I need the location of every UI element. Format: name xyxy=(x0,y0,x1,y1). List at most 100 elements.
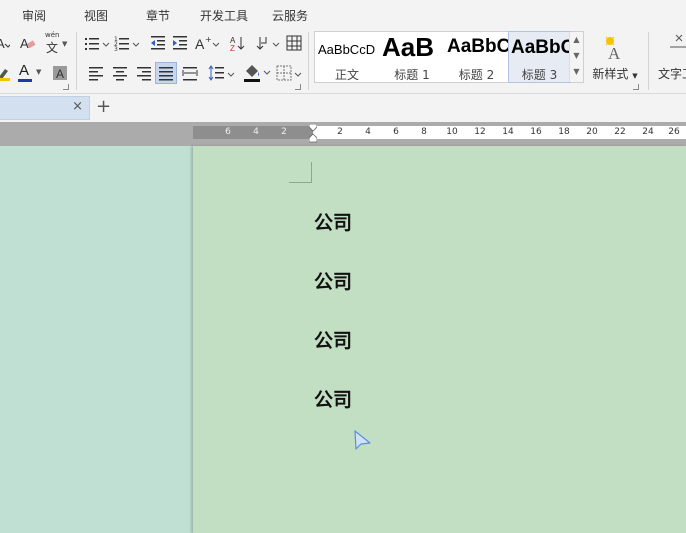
style-heading-2[interactable]: AaBbC 标题 2 xyxy=(445,32,508,82)
document-background xyxy=(0,146,193,533)
ruler-tick-label: 14 xyxy=(502,127,514,137)
heading-paragraph[interactable]: 公司 xyxy=(314,326,352,353)
ruler-tick-label: 18 xyxy=(558,127,570,137)
distributed-align-icon[interactable] xyxy=(180,64,200,82)
menu-tab-view[interactable]: 视图 xyxy=(84,7,108,24)
chevron-down-icon[interactable]: ▼ xyxy=(62,40,67,48)
phonetic-glyph: 文 xyxy=(46,41,59,55)
svg-text:Z: Z xyxy=(230,44,235,51)
close-icon[interactable]: × xyxy=(72,99,83,114)
fill-color-icon[interactable] xyxy=(242,62,272,84)
document-area: 公司 公司 公司 公司 xyxy=(0,146,686,533)
style-name: 正文 xyxy=(334,68,359,82)
gallery-scroll[interactable]: ▲ ▼ ▼ xyxy=(569,32,583,82)
separator xyxy=(648,32,649,90)
svg-text:A: A xyxy=(0,36,5,51)
ruler-tick-label: 10 xyxy=(446,127,458,137)
new-tab-button[interactable]: + xyxy=(96,96,111,118)
phonetic-guide-icon[interactable]: wén 文 ▼ xyxy=(42,31,68,55)
heading-paragraph[interactable]: 公司 xyxy=(314,385,352,412)
bullet-list-icon[interactable] xyxy=(84,34,112,52)
style-heading-1[interactable]: AaB 标题 1 xyxy=(380,32,444,82)
align-center-icon[interactable] xyxy=(110,64,130,82)
text-tool-button[interactable]: 文字工 xyxy=(656,33,686,85)
new-style-label: 新样式 ▼ xyxy=(592,67,638,81)
style-sample: AaBbC xyxy=(511,37,570,58)
heading-paragraph[interactable]: 公司 xyxy=(314,208,352,235)
svg-text:A: A xyxy=(195,36,205,51)
indent-marker-icon[interactable] xyxy=(309,124,317,143)
phonetic-top-text: wén xyxy=(45,31,60,39)
style-sample: AaB xyxy=(382,32,435,62)
ruler-tick-label: 24 xyxy=(642,127,654,137)
new-style-button[interactable]: A 新样式 ▼ xyxy=(590,33,640,85)
svg-text:A: A xyxy=(56,67,64,81)
menu-tab-developer[interactable]: 开发工具 xyxy=(200,7,248,24)
change-case-icon[interactable]: A + xyxy=(194,34,222,52)
decrease-indent-icon[interactable] xyxy=(148,34,168,52)
style-heading-3[interactable]: AaBbC 标题 3 xyxy=(508,31,571,83)
document-tab-strip: × + xyxy=(0,94,686,122)
document-page[interactable]: 公司 公司 公司 公司 xyxy=(193,146,686,533)
text-tool-icon xyxy=(670,34,686,48)
chevron-down-icon[interactable]: ▼ xyxy=(632,72,637,80)
style-name: 标题 2 xyxy=(458,68,495,82)
table-grid-icon[interactable] xyxy=(284,34,304,52)
numbered-list-icon[interactable]: 123 xyxy=(114,34,142,52)
font-dialog-launcher[interactable] xyxy=(63,84,69,90)
text-tool-label: 文字工 xyxy=(658,67,686,81)
separator xyxy=(308,32,309,90)
ruler-tick-label: 8 xyxy=(421,127,427,137)
font-color-letter: A xyxy=(19,62,30,79)
justify-icon[interactable] xyxy=(155,62,177,84)
ruler-tick-label: 22 xyxy=(614,127,626,137)
svg-text:3: 3 xyxy=(114,46,118,51)
ruler-tick-label: 4 xyxy=(253,127,259,137)
ruler-tick-label: 2 xyxy=(281,127,287,137)
ruler-tick-label: 4 xyxy=(365,127,371,137)
align-left-icon[interactable] xyxy=(86,64,106,82)
char-shading-icon[interactable]: A xyxy=(50,64,70,82)
style-name: 标题 3 xyxy=(521,68,558,82)
ruler-tick-label: 16 xyxy=(530,127,542,137)
align-right-icon[interactable] xyxy=(134,64,154,82)
ruler-tick-label: 6 xyxy=(225,127,231,137)
mouse-cursor-icon xyxy=(354,430,371,450)
document-tab[interactable]: × xyxy=(0,96,90,120)
style-name: 标题 1 xyxy=(394,68,430,82)
svg-text:+: + xyxy=(205,35,212,44)
chevron-down-icon[interactable]: ▼ xyxy=(36,68,41,76)
scroll-up-icon[interactable]: ▲ xyxy=(570,32,583,48)
margin-corner-mark xyxy=(289,162,312,183)
ruler-tick-label: 2 xyxy=(337,127,343,137)
increase-indent-icon[interactable] xyxy=(170,34,190,52)
style-sample: AaBbCcD xyxy=(318,42,376,57)
paragraph-dialog-launcher[interactable] xyxy=(295,84,301,90)
ribbon: A A wén 文 ▼ A ▼ A 123 A + AZ AaBbCcD 正文 … xyxy=(0,28,686,94)
separator xyxy=(76,32,77,90)
styles-dialog-launcher[interactable] xyxy=(633,84,639,90)
new-style-icon: A xyxy=(605,36,621,63)
line-spacing-icon[interactable] xyxy=(208,64,236,82)
ruler-tick-label: 6 xyxy=(393,127,399,137)
ruler-tick-label: 26 xyxy=(668,127,680,137)
font-color-icon[interactable]: A ▼ xyxy=(16,62,46,84)
menu-tab-chapter[interactable]: 章节 xyxy=(146,7,170,24)
scroll-down-icon[interactable]: ▼ xyxy=(570,48,583,64)
border-icon[interactable] xyxy=(276,64,304,82)
clear-format-icon[interactable]: A xyxy=(18,34,38,52)
expand-gallery-icon[interactable]: ▼ xyxy=(570,64,583,80)
menu-tab-cloud[interactable]: 云服务 xyxy=(272,7,308,24)
font-size-down-icon[interactable]: A xyxy=(0,34,12,52)
paragraph-mark-icon[interactable] xyxy=(256,34,282,52)
sort-icon[interactable]: AZ xyxy=(228,34,248,52)
svg-text:A: A xyxy=(608,44,621,63)
horizontal-ruler[interactable]: 6 4 2 2 4 6 8 10 12 14 16 18 20 22 24 26 xyxy=(193,124,686,143)
font-color-bar xyxy=(18,79,32,82)
highlight-icon[interactable] xyxy=(0,64,14,82)
menu-tab-review[interactable]: 审阅 xyxy=(22,7,46,24)
style-gallery: AaBbCcD 正文 AaB 标题 1 AaBbC 标题 2 AaBbC 标题 … xyxy=(314,31,584,83)
heading-paragraph[interactable]: 公司 xyxy=(314,267,352,294)
style-sample: AaBbC xyxy=(447,36,508,57)
style-normal[interactable]: AaBbCcD 正文 xyxy=(315,32,379,82)
